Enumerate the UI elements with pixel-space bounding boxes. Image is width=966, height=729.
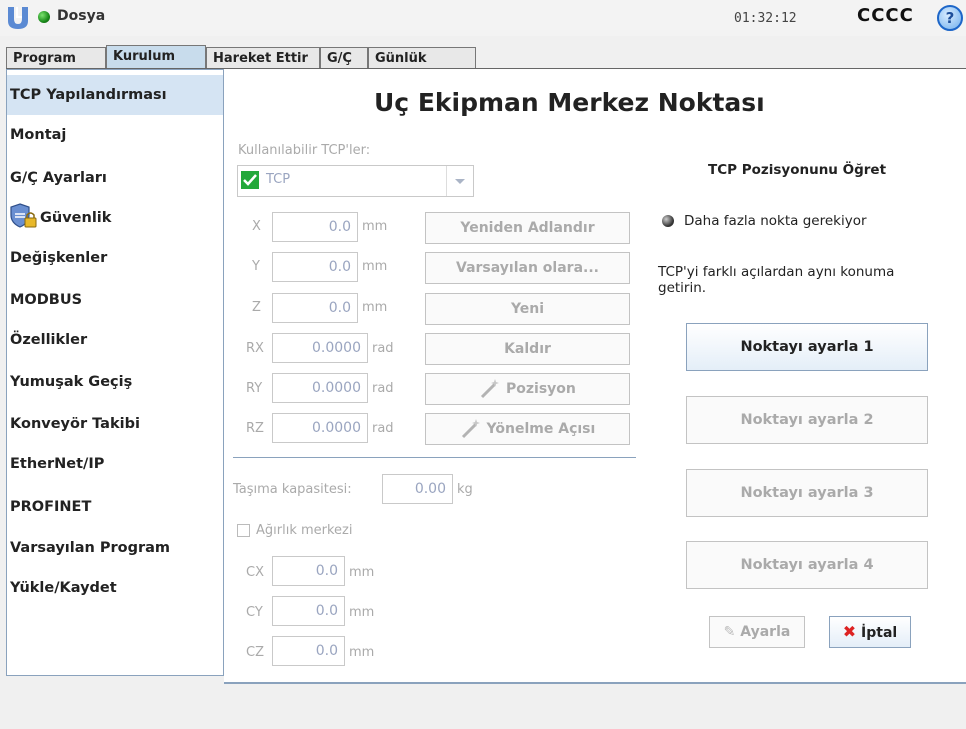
ur-logo-icon: [8, 7, 28, 29]
set-point-4-button[interactable]: Noktayı ayarla 4: [686, 541, 928, 589]
set-point-1-button[interactable]: Noktayı ayarla 1: [686, 323, 928, 371]
tab-kurulum[interactable]: Kurulum: [106, 45, 206, 68]
tab-gc[interactable]: G/Ç: [320, 47, 368, 68]
rx-field[interactable]: 0.0000: [272, 333, 368, 363]
robot-name: CCCC: [857, 5, 914, 26]
status-dot-icon: [38, 11, 50, 23]
unit-label: kg: [457, 482, 473, 497]
unit-label: mm: [362, 219, 388, 234]
axis-label: X: [252, 219, 261, 234]
bottom-bar: [0, 684, 966, 729]
set-button-label: Ayarla: [740, 624, 791, 640]
axis-label: RY: [246, 381, 263, 396]
teach-heading: TCP Pozisyonunu Öğret: [708, 162, 887, 178]
ry-field[interactable]: 0.0000: [272, 373, 368, 403]
position-button[interactable]: Pozisyon: [425, 373, 630, 405]
file-menu[interactable]: Dosya: [57, 8, 105, 24]
sidebar-item-yukle-kaydet[interactable]: Yükle/Kaydet: [7, 568, 223, 608]
sidebar-item-yumusak-gecis[interactable]: Yumuşak Geçiş: [7, 362, 223, 402]
set-point-3-button[interactable]: Noktayı ayarla 3: [686, 469, 928, 517]
tcp-select[interactable]: TCP: [237, 165, 474, 197]
unit-label: rad: [372, 381, 394, 396]
unit-label: mm: [349, 565, 375, 580]
unit-label: rad: [372, 341, 394, 356]
orientation-button-label: Yönelme Açısı: [486, 421, 596, 437]
set-point-2-button[interactable]: Noktayı ayarla 2: [686, 396, 928, 444]
unit-label: mm: [362, 259, 388, 274]
cancel-button[interactable]: ✖ İptal: [829, 616, 911, 648]
tcp-select-value: TCP: [266, 172, 291, 187]
orientation-button[interactable]: Yönelme Açısı: [425, 413, 630, 445]
axis-label: RZ: [246, 421, 264, 436]
magic-wand-icon: [461, 419, 480, 439]
section-divider: [233, 457, 636, 458]
sidebar-item-degiskenler[interactable]: Değişkenler: [7, 238, 223, 278]
rz-field[interactable]: 0.0000: [272, 413, 368, 443]
cancel-button-label: İptal: [861, 625, 898, 641]
cog-label: Ağırlık merkezi: [256, 523, 353, 538]
chevron-down-icon[interactable]: [446, 166, 473, 196]
sidebar-item-guvenlik[interactable]: Güvenlik: [7, 198, 223, 238]
sidebar-item-ethernet-ip[interactable]: EtherNet/IP: [7, 444, 223, 484]
axis-label: Z: [252, 300, 261, 315]
check-icon: [241, 171, 259, 189]
axis-label: Y: [252, 259, 260, 274]
cz-field[interactable]: 0.0: [272, 636, 345, 666]
sidebar-item-konveyor[interactable]: Konveyör Takibi: [7, 404, 223, 444]
x-field[interactable]: 0.0: [272, 212, 358, 242]
new-button[interactable]: Yeni: [425, 293, 630, 325]
cx-field[interactable]: 0.0: [272, 556, 345, 586]
magic-wand-icon: [481, 379, 500, 399]
sidebar-item-varsayilan-program[interactable]: Varsayılan Program: [7, 528, 223, 568]
tab-gunluk[interactable]: Günlük: [368, 47, 476, 68]
tab-program[interactable]: Program: [6, 47, 106, 68]
clock: 01:32:12: [734, 11, 797, 26]
close-icon: ✖: [842, 622, 857, 641]
top-bar: [0, 0, 966, 36]
sidebar-item-profinet[interactable]: PROFINET: [7, 487, 223, 527]
axis-label: CZ: [246, 645, 264, 660]
set-default-button[interactable]: Varsayılan olara...: [425, 252, 630, 284]
axis-label: CX: [246, 565, 264, 580]
axis-label: RX: [246, 341, 264, 356]
cog-checkbox[interactable]: [237, 524, 250, 537]
teach-instruction: TCP'yi farklı açılardan aynı konuma geti…: [658, 264, 895, 296]
help-icon[interactable]: ?: [937, 5, 963, 31]
position-button-label: Pozisyon: [506, 381, 576, 397]
page-title: Uç Ekipman Merkez Noktası: [374, 88, 765, 117]
unit-label: mm: [349, 645, 375, 660]
rename-button[interactable]: Yeniden Adlandır: [425, 212, 630, 244]
sidebar-item-gc-ayarlari[interactable]: G/Ç Ayarları: [7, 158, 223, 198]
payload-field[interactable]: 0.00: [382, 474, 453, 504]
cy-field[interactable]: 0.0: [272, 596, 345, 626]
unit-label: rad: [372, 421, 394, 436]
available-tcps-label: Kullanılabilir TCP'ler:: [238, 143, 371, 158]
tab-hareket-ettir[interactable]: Hareket Ettir: [206, 47, 320, 68]
remove-button[interactable]: Kaldır: [425, 333, 630, 365]
z-field[interactable]: 0.0: [272, 293, 358, 323]
sidebar: TCP Yapılandırması Montaj G/Ç Ayarları G…: [6, 69, 224, 676]
sidebar-item-ozellikler[interactable]: Özellikler: [7, 320, 223, 360]
teach-status: Daha fazla nokta gerekiyor: [684, 213, 867, 229]
sidebar-item-tcp[interactable]: TCP Yapılandırması: [7, 75, 223, 115]
sidebar-item-label: Güvenlik: [40, 210, 112, 226]
status-led-icon: [662, 215, 674, 227]
set-button[interactable]: ✎ Ayarla: [709, 616, 805, 648]
pencil-icon: ✎: [723, 624, 736, 640]
y-field[interactable]: 0.0: [272, 252, 358, 282]
sidebar-item-montaj[interactable]: Montaj: [7, 117, 223, 157]
unit-label: mm: [362, 300, 388, 315]
payload-label: Taşıma kapasitesi:: [233, 482, 352, 497]
unit-label: mm: [349, 605, 375, 620]
axis-label: CY: [246, 605, 263, 620]
sidebar-item-modbus[interactable]: MODBUS: [7, 280, 223, 320]
shield-lock-icon: [10, 203, 37, 228]
